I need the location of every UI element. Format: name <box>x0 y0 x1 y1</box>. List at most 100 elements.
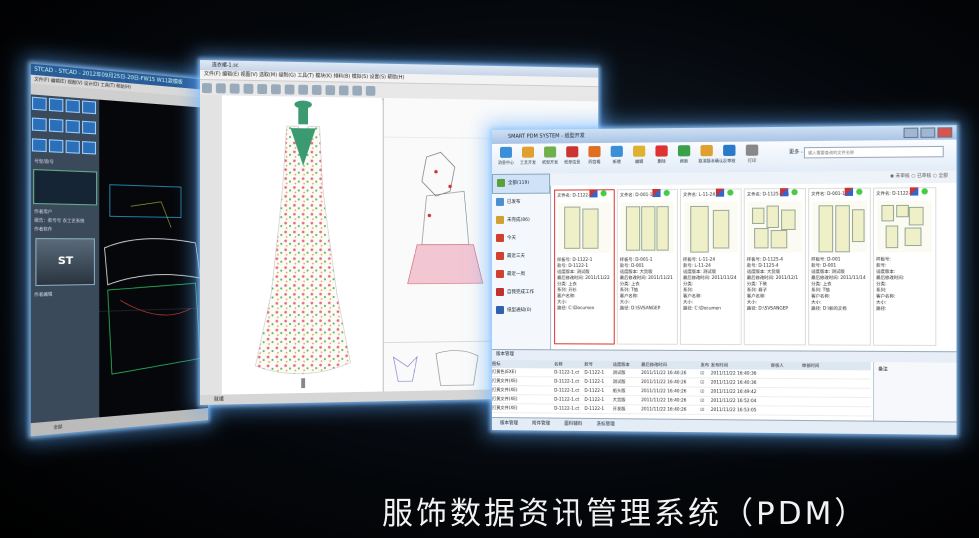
flag-icon <box>589 189 598 198</box>
zoom-icon[interactable] <box>284 84 295 95</box>
cad-tool-button[interactable] <box>82 141 97 155</box>
pattern-piece <box>582 208 599 249</box>
column-header[interactable]: 名称 <box>554 360 584 368</box>
ribbon-button[interactable]: 新增 <box>609 145 625 165</box>
ribbon-button[interactable]: 编辑 <box>631 145 647 165</box>
nav-label: 最近一周 <box>506 271 525 277</box>
folder-icon <box>495 233 504 242</box>
cad-tool-button[interactable] <box>48 97 64 112</box>
pattern-card[interactable]: 文件名: D-1122-1.ct 样板号: D-1122-1 款号: D-1122-… <box>554 189 615 345</box>
ribbon-button[interactable]: 纸型开发 <box>542 146 558 165</box>
pattern-thumbnail <box>877 187 933 253</box>
ribbon-button[interactable]: 刷新 <box>676 145 692 164</box>
maximize-button[interactable] <box>920 127 936 138</box>
ribbon-label: 工艺开发 <box>519 159 537 165</box>
more-menu[interactable]: 更多 - <box>789 148 803 155</box>
pan-icon[interactable] <box>298 84 309 95</box>
column-header[interactable]: 审核时间 <box>802 362 844 370</box>
new-icon[interactable] <box>201 83 212 94</box>
status-dot-icon <box>663 189 670 197</box>
curve-tool-icon[interactable] <box>325 85 336 96</box>
table-cell: D-1122-1 <box>584 369 605 375</box>
cad-drawing-canvas[interactable] <box>99 99 208 418</box>
footer-tab[interactable]: 面料辅料 <box>564 422 582 427</box>
measure-icon[interactable] <box>352 85 362 96</box>
pattern-card[interactable]: 文件名: D-1122- 样板号: 款号: 适度版本: 最后修改时间: 分类: 系列: 客户名… <box>872 187 937 346</box>
pattern-piece <box>908 206 924 226</box>
cad-tool-button[interactable] <box>31 96 47 111</box>
grid-icon[interactable] <box>365 85 376 96</box>
caption-title: 服饰数据资讯管理系统（PDM） <box>382 496 869 532</box>
open-icon[interactable] <box>215 83 226 94</box>
footer-tab[interactable]: 附件管理 <box>532 421 550 426</box>
cad-tool-button[interactable] <box>65 140 80 154</box>
undo-icon[interactable] <box>243 83 254 94</box>
ribbon-button[interactable]: 取消版本确认 <box>698 144 723 164</box>
cad-tool-button[interactable] <box>82 120 97 135</box>
footer-tab[interactable]: 洗标管理 <box>597 422 615 427</box>
cad-tool-grid[interactable] <box>31 94 99 160</box>
column-header[interactable]: 发布 <box>700 361 710 369</box>
column-header[interactable]: 适度版本 <box>613 361 641 369</box>
pattern-card[interactable]: 文件名: D-001-1.rct 样板号: D-001-1 款号: D-001 适度版… <box>616 188 678 345</box>
nav-item[interactable]: 最近三天 <box>492 248 550 266</box>
ribbon-icon <box>677 145 691 157</box>
rotate-icon[interactable] <box>271 84 281 95</box>
pattern-card[interactable]: 文件名: D-001-1.vgf 样板号: D-001 款号: D-001 适度版本:… <box>808 187 871 346</box>
nav-item[interactable]: 已发布 <box>492 194 550 212</box>
cad-tool-button[interactable] <box>31 138 47 153</box>
nav-item[interactable]: 自我完成工作 <box>492 284 550 302</box>
pattern-card[interactable]: 文件名: L-11-24.vgf 样板号: L-11-24 款号: L-11-24 适… <box>679 188 742 346</box>
cad-tool-button[interactable] <box>82 100 97 115</box>
flag-icon <box>909 187 919 196</box>
nav-item[interactable]: 今天 <box>492 230 550 248</box>
close-button[interactable] <box>937 127 953 138</box>
ribbon-icon <box>521 146 535 158</box>
cad-tool-button[interactable] <box>65 99 80 114</box>
save-icon[interactable] <box>229 83 240 94</box>
ribbon-button[interactable]: 打印 <box>744 144 761 164</box>
footer-tab[interactable]: 版本管理 <box>500 421 518 426</box>
table-cell: 打黄文件(XE) <box>492 378 518 384</box>
nav-item[interactable]: 全部(119) <box>492 173 551 194</box>
column-header[interactable]: 款号 <box>584 361 612 369</box>
cad-tool-button[interactable] <box>48 118 64 133</box>
table-cell: 2011/11/22 16:40:36 <box>710 370 757 376</box>
cad-tool-button[interactable] <box>48 139 64 153</box>
column-header[interactable]: 审核人 <box>771 362 802 370</box>
3d-dress-view[interactable] <box>221 95 383 395</box>
ribbon-button[interactable]: 工艺开发 <box>519 146 537 166</box>
table-row[interactable]: 打黄文件(XE) D-1122-1.ct D-1122-1 开发版 2011/11/22… <box>492 404 871 417</box>
redo-icon[interactable] <box>257 84 268 95</box>
ribbon-button[interactable]: 消息中心 <box>498 146 514 166</box>
card-info-line: 路径: C:\Documen <box>683 305 721 311</box>
ribbon-button[interactable]: 四宫格 <box>586 145 602 165</box>
line-tool-icon[interactable] <box>311 84 322 95</box>
nav-item[interactable]: 未完成(86) <box>492 212 550 230</box>
ribbon-icon <box>700 144 713 157</box>
ribbon-button[interactable]: 纸单信息 <box>564 146 580 165</box>
search-input[interactable]: 输入需要查询的文件名称 <box>803 145 944 159</box>
pen-tool-icon[interactable] <box>338 85 349 96</box>
ribbon-button[interactable]: 删除 <box>653 145 669 164</box>
table-cell: 2011/11/22 16:40:26 <box>641 388 687 394</box>
nav-item[interactable]: 最近一周 <box>492 266 550 284</box>
pdm-main-area: ◉ 未审核 ○ 已审核 ○ 全部 文件名: D-1122-1.ct 样板号: D-… <box>550 170 957 352</box>
table-cell: D-1122-1.ct <box>554 396 580 402</box>
table-cell: 大货版 <box>612 396 626 403</box>
ribbon-icon <box>655 145 668 157</box>
card-info: 样板号: D-001 款号: D-001 适度版本: 测试版 最后修改时间: 2011… <box>809 254 870 314</box>
dress-left-toolbox[interactable] <box>200 95 223 395</box>
cad-tool-button[interactable] <box>65 119 80 134</box>
status-dot-icon <box>791 189 798 196</box>
ribbon-label: 纸单信息 <box>564 159 581 165</box>
ribbon-button[interactable]: 反审核 <box>721 144 737 164</box>
cad-tool-button[interactable] <box>31 117 47 132</box>
pattern-thumbnail <box>558 189 611 253</box>
nav-item[interactable]: 纸型通知(0) <box>492 302 550 320</box>
minimize-button[interactable] <box>903 127 919 139</box>
pattern-piece <box>690 205 709 253</box>
pattern-card[interactable]: 文件名: D-1125-4.vs 样板号: D-1125-4 款号: D-1125-… <box>743 188 806 346</box>
table-cell: D-1122-1 <box>584 378 605 384</box>
cad-panel-label: 作者软件 <box>34 225 53 232</box>
